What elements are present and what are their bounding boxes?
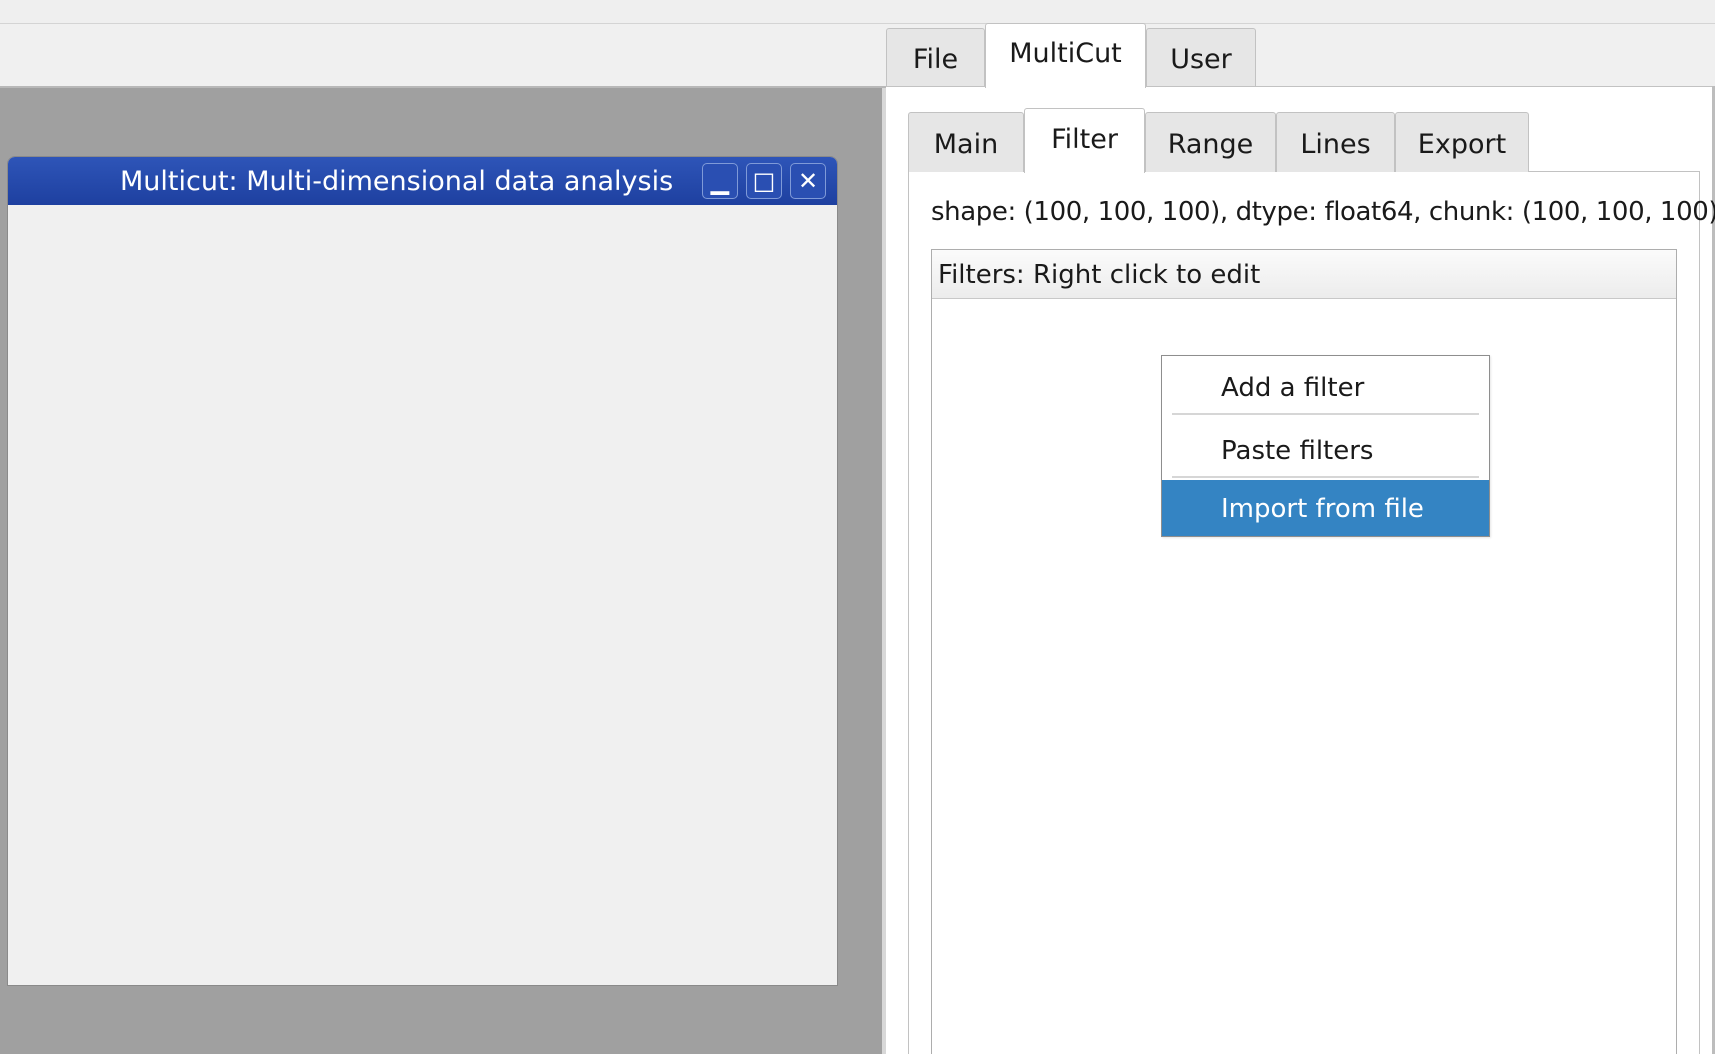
minimize-icon: ▁ — [710, 167, 730, 195]
tab-range[interactable]: Range — [1145, 112, 1276, 172]
multicut-subwindow[interactable]: Multicut: Multi-dimensional data analysi… — [7, 156, 838, 986]
filter-list-header: Filters: Right click to edit — [932, 250, 1676, 299]
menu-item-paste-filters[interactable]: Paste filters — [1162, 422, 1489, 478]
menu-item-add-filter[interactable]: Add a filter — [1162, 359, 1489, 415]
tab-file-label: File — [912, 44, 959, 75]
dataset-info: shape: (100, 100, 100), dtype: float64, … — [931, 197, 1715, 227]
top-strip — [0, 0, 1715, 24]
close-icon: ✕ — [797, 167, 819, 195]
tab-filter[interactable]: Filter — [1024, 108, 1145, 173]
subwindow-title-bar[interactable]: Multicut: Multi-dimensional data analysi… — [8, 157, 837, 205]
tab-export[interactable]: Export — [1395, 112, 1529, 172]
maximize-button[interactable]: □ — [746, 163, 782, 199]
maximize-icon: □ — [752, 167, 776, 195]
tab-export-label: Export — [1417, 129, 1507, 160]
toolbar-area — [0, 24, 886, 88]
tab-user-label: User — [1170, 44, 1232, 75]
menu-separator — [1172, 476, 1479, 478]
tab-lines-label: Lines — [1300, 129, 1371, 160]
minimize-button[interactable]: ▁ — [702, 163, 738, 199]
tab-multicut-label: MultiCut — [1009, 38, 1122, 69]
tab-main[interactable]: Main — [908, 112, 1024, 172]
tab-main-label: Main — [933, 129, 999, 160]
tab-file[interactable]: File — [886, 28, 985, 86]
context-menu: Add a filter Paste filters Import from f… — [1161, 355, 1490, 537]
tab-multicut[interactable]: MultiCut — [985, 23, 1146, 88]
menu-item-import-from-file[interactable]: Import from file — [1162, 480, 1489, 536]
close-button[interactable]: ✕ — [790, 163, 826, 199]
menu-separator — [1172, 413, 1479, 415]
tab-user[interactable]: User — [1146, 28, 1256, 86]
tab-range-label: Range — [1167, 129, 1254, 160]
tab-filter-label: Filter — [1051, 124, 1118, 155]
tab-lines[interactable]: Lines — [1276, 112, 1395, 172]
subwindow-title: Multicut: Multi-dimensional data analysi… — [120, 166, 674, 197]
